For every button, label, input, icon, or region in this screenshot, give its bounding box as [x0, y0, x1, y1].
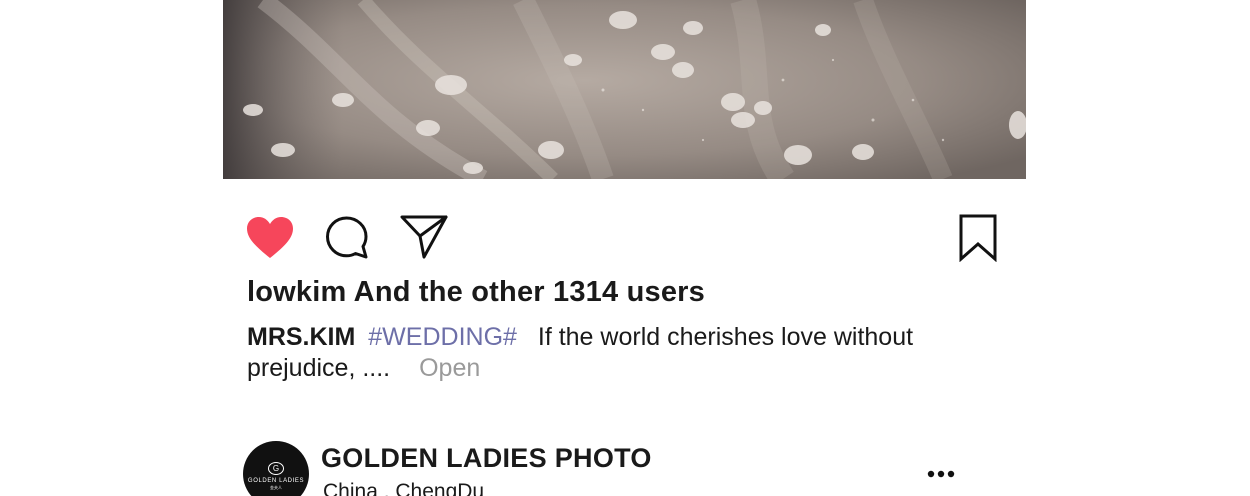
- more-options-icon[interactable]: [927, 463, 959, 485]
- post-action-bar: [223, 179, 1026, 279]
- account-name[interactable]: GOLDEN LADIES PHOTO: [321, 443, 652, 474]
- account-location[interactable]: China , ChengDu: [323, 480, 484, 496]
- post-photo[interactable]: [223, 0, 1026, 179]
- send-icon[interactable]: [400, 214, 448, 260]
- comment-icon[interactable]: [325, 215, 371, 261]
- post-caption: MRS.KIM #WEDDING# If the world cherishes…: [247, 322, 947, 384]
- caption-open-link[interactable]: Open: [419, 354, 480, 382]
- caption-author[interactable]: MRS.KIM: [247, 323, 355, 351]
- avatar-logo-text: GOLDEN LADIES: [247, 477, 305, 484]
- heart-icon[interactable]: [245, 215, 295, 261]
- caption-hashtag[interactable]: #WEDDING#: [368, 323, 517, 351]
- likes-count[interactable]: lowkim And the other 1314 users: [247, 276, 705, 309]
- bookmark-icon[interactable]: [959, 214, 997, 263]
- next-post-header: G GOLDEN LADIES 金夫人 GOLDEN LADIES PHOTO …: [243, 441, 1026, 496]
- wedding-dress-photo: [223, 0, 1026, 179]
- avatar[interactable]: G GOLDEN LADIES 金夫人: [243, 441, 309, 496]
- heart-shape: [247, 217, 293, 258]
- feed-page: lowkim And the other 1314 users MRS.KIM …: [0, 0, 1250, 496]
- golden-ladies-logo-icon: G: [268, 461, 284, 475]
- avatar-logo-subtext: 金夫人: [270, 484, 282, 490]
